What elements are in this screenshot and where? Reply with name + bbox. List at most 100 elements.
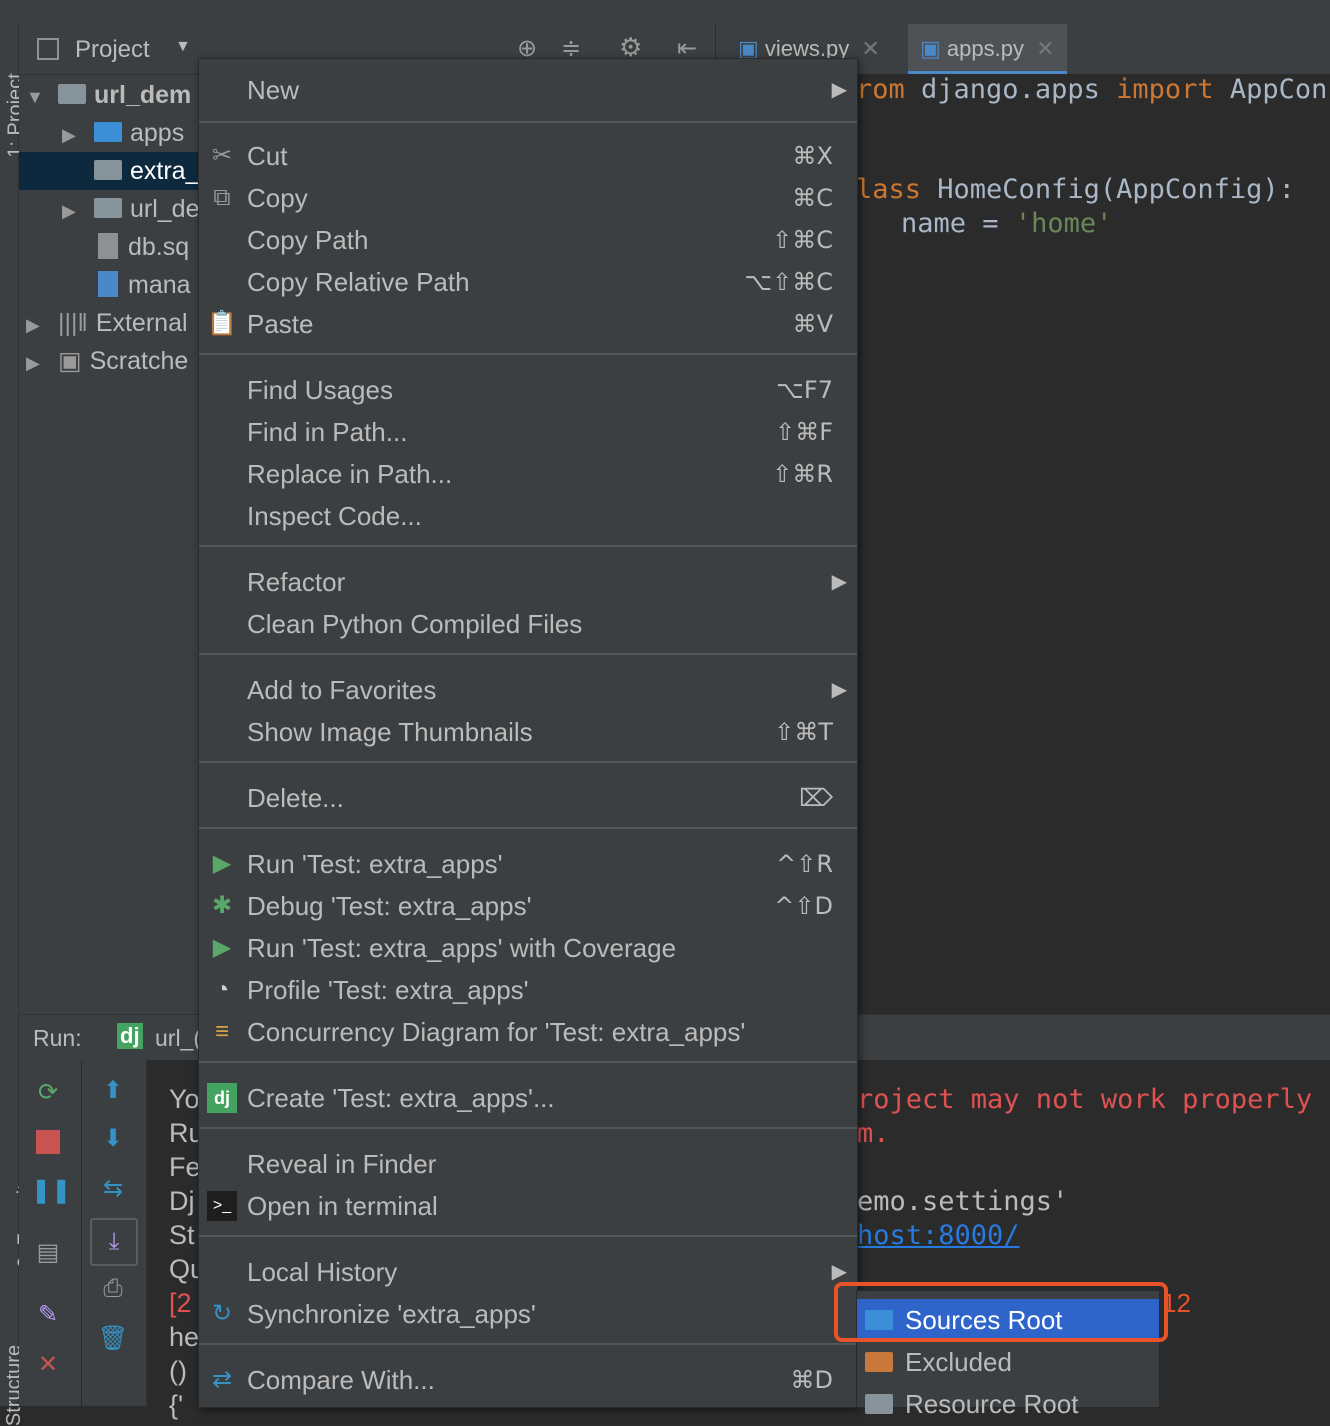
libraries-icon: |||‖ [58, 309, 88, 337]
project-icon [37, 38, 59, 60]
stop-icon[interactable] [31, 1124, 65, 1158]
submenu-arrow-icon: ▶ [831, 79, 847, 101]
close-icon[interactable]: ✕ [31, 1348, 65, 1382]
pin-icon[interactable]: ✎ [31, 1298, 65, 1332]
rerun-icon[interactable]: ⟳ [31, 1076, 65, 1110]
menu-separator [199, 545, 857, 547]
tab-label: apps.py [946, 36, 1024, 61]
coverage-icon: ▶ [212, 934, 232, 961]
tree-item-label: db.sq [128, 233, 190, 261]
menu-item-delete[interactable]: Delete... ⌦ [199, 777, 857, 819]
menu-item-find-usages[interactable]: Find Usages ⌥F7 [199, 369, 857, 411]
console-line: [2 [169, 1288, 192, 1318]
tree-item-url-demo[interactable]: ▼ url_dem [26, 76, 191, 114]
console-settings-text: emo.settings' [857, 1186, 1069, 1217]
menu-item-new[interactable]: New ▶ [199, 69, 857, 111]
run-icon: ▶ [212, 850, 232, 877]
menu-item-copy-path[interactable]: Copy Path ⇧⌘C [199, 219, 857, 261]
close-icon[interactable]: ✕ [1036, 36, 1054, 61]
menu-item-show-thumbnails[interactable]: Show Image Thumbnails ⇧⌘T [199, 711, 857, 753]
scissors-icon: ✂ [211, 142, 233, 169]
folder-icon [94, 122, 122, 143]
tree-item-label: extra_ [130, 157, 200, 185]
menu-separator [199, 1061, 857, 1063]
annotation-badge: 12 [1162, 1288, 1191, 1318]
menu-separator [199, 827, 857, 829]
paste-icon: 📋 [207, 310, 237, 337]
menu-item-refactor[interactable]: Refactor ▶ [199, 561, 857, 603]
folder-icon [865, 1352, 893, 1372]
expand-arrow-icon[interactable]: ▶ [26, 306, 46, 344]
close-icon[interactable]: ✕ [861, 36, 879, 61]
menu-item-open-in-terminal[interactable]: >_ Open in terminal [199, 1185, 857, 1227]
menu-item-debug-test[interactable]: ✱ Debug 'Test: extra_apps' ^⇧D [199, 885, 857, 927]
menu-item-run-test[interactable]: ▶ Run 'Test: extra_apps' ^⇧R [199, 843, 857, 885]
menu-item-inspect-code[interactable]: Inspect Code... [199, 495, 857, 537]
menu-item-clean-compiled[interactable]: Clean Python Compiled Files [199, 603, 857, 645]
console-line: Yo [169, 1084, 200, 1114]
menu-item-add-to-favorites[interactable]: Add to Favorites ▶ [199, 669, 857, 711]
submenu-item-excluded[interactable]: Excluded [857, 1341, 1159, 1383]
expand-arrow-icon[interactable]: ▶ [62, 116, 82, 154]
menu-separator [199, 121, 857, 123]
menu-separator [199, 353, 857, 355]
tree-item-url-demo-pkg[interactable]: ▶ url_de [62, 190, 200, 228]
submenu-item-resource-root[interactable]: Resource Root [857, 1383, 1159, 1425]
folder-icon [94, 160, 122, 181]
run-config-tab[interactable]: url_( [155, 1025, 201, 1052]
compare-icon: ⇄ [211, 1366, 233, 1393]
expand-arrow-icon[interactable]: ▶ [62, 192, 82, 230]
menu-item-create-test[interactable]: dj Create 'Test: extra_apps'... [199, 1077, 857, 1119]
tree-item-db-sqlite[interactable]: db.sq [62, 228, 189, 266]
menu-item-find-in-path[interactable]: Find in Path... ⇧⌘F [199, 411, 857, 453]
tree-item-apps[interactable]: ▶ apps [62, 114, 184, 152]
project-view-title[interactable]: Project [75, 36, 150, 64]
menu-item-local-history[interactable]: Local History ▶ [199, 1251, 857, 1293]
menu-item-profile-test[interactable]: ◔ Profile 'Test: extra_apps' [199, 969, 857, 1011]
console-warning-text: roject may not work properly un [857, 1084, 1330, 1115]
run-label: Run: [33, 1025, 82, 1051]
menu-item-synchronize[interactable]: ↻ Synchronize 'extra_apps' [199, 1293, 857, 1335]
menu-item-copy[interactable]: ⧉ Copy ⌘C [199, 177, 857, 219]
menu-item-concurrency-diagram[interactable]: ≡ Concurrency Diagram for 'Test: extra_ap… [199, 1011, 857, 1053]
run-toolbar-left: ⟳ ❚❚ ▤ ✎ ✕ [19, 1060, 81, 1406]
arrow-down-icon[interactable]: ⬇ [96, 1122, 130, 1156]
menu-item-reveal-in-finder[interactable]: Reveal in Finder [199, 1143, 857, 1185]
concurrency-icon: ≡ [214, 1018, 229, 1045]
tree-item-label: Scratche [89, 347, 189, 375]
tree-item-label: mana [128, 271, 191, 299]
console-line: Fe [169, 1152, 201, 1182]
sync-icon: ↻ [211, 1300, 233, 1327]
code-line-4: name = 'home' [836, 208, 1113, 239]
menu-item-replace-in-path[interactable]: Replace in Path... ⇧⌘R [199, 453, 857, 495]
tree-item-external-libraries[interactable]: ▶ |||‖ External [26, 304, 188, 342]
print-icon[interactable]: ⎙ [96, 1272, 130, 1306]
menu-item-cut[interactable]: ✂ Cut ⌘X [199, 135, 857, 177]
tab-apps-py[interactable]: ▣ apps.py ✕ [908, 24, 1067, 74]
tree-item-manage-py[interactable]: mana [62, 266, 191, 304]
annotation-highlight-box [834, 1282, 1168, 1342]
breadcrumb-bar [0, 0, 1330, 25]
chevron-down-icon[interactable]: ▼ [175, 38, 191, 56]
menu-separator [199, 653, 857, 655]
console-line: he [169, 1322, 200, 1352]
menu-item-copy-relative-path[interactable]: Copy Relative Path ⌥⇧⌘C [199, 261, 857, 303]
menu-item-compare-with[interactable]: ⇄ Compare With... ⌘D [199, 1359, 857, 1401]
tree-item-label: External [95, 309, 188, 337]
tree-item-extra-apps[interactable]: extra_ [62, 152, 199, 190]
django-icon: dj [207, 1083, 237, 1113]
menu-item-paste[interactable]: 📋 Paste ⌘V [199, 303, 857, 345]
scroll-to-end-icon[interactable]: ⤓ [90, 1218, 138, 1266]
expand-arrow-icon[interactable]: ▼ [26, 78, 46, 116]
trash-icon[interactable]: 🗑 [96, 1322, 130, 1356]
pause-icon[interactable]: ❚❚ [31, 1174, 71, 1208]
layout-icon[interactable]: ▤ [31, 1236, 65, 1270]
menu-item-run-with-coverage[interactable]: ▶ Run 'Test: extra_apps' with Coverage [199, 927, 857, 969]
folder-icon [94, 198, 122, 219]
soft-wrap-icon[interactable]: ⇆ [96, 1172, 130, 1206]
arrow-up-icon[interactable]: ⬆ [96, 1074, 130, 1108]
expand-arrow-icon[interactable]: ▶ [26, 344, 46, 382]
tree-item-scratches[interactable]: ▶ ▣ Scratche [26, 342, 188, 380]
scratches-icon: ▣ [58, 347, 82, 375]
server-url-link[interactable]: host:8000/ [857, 1220, 1020, 1251]
